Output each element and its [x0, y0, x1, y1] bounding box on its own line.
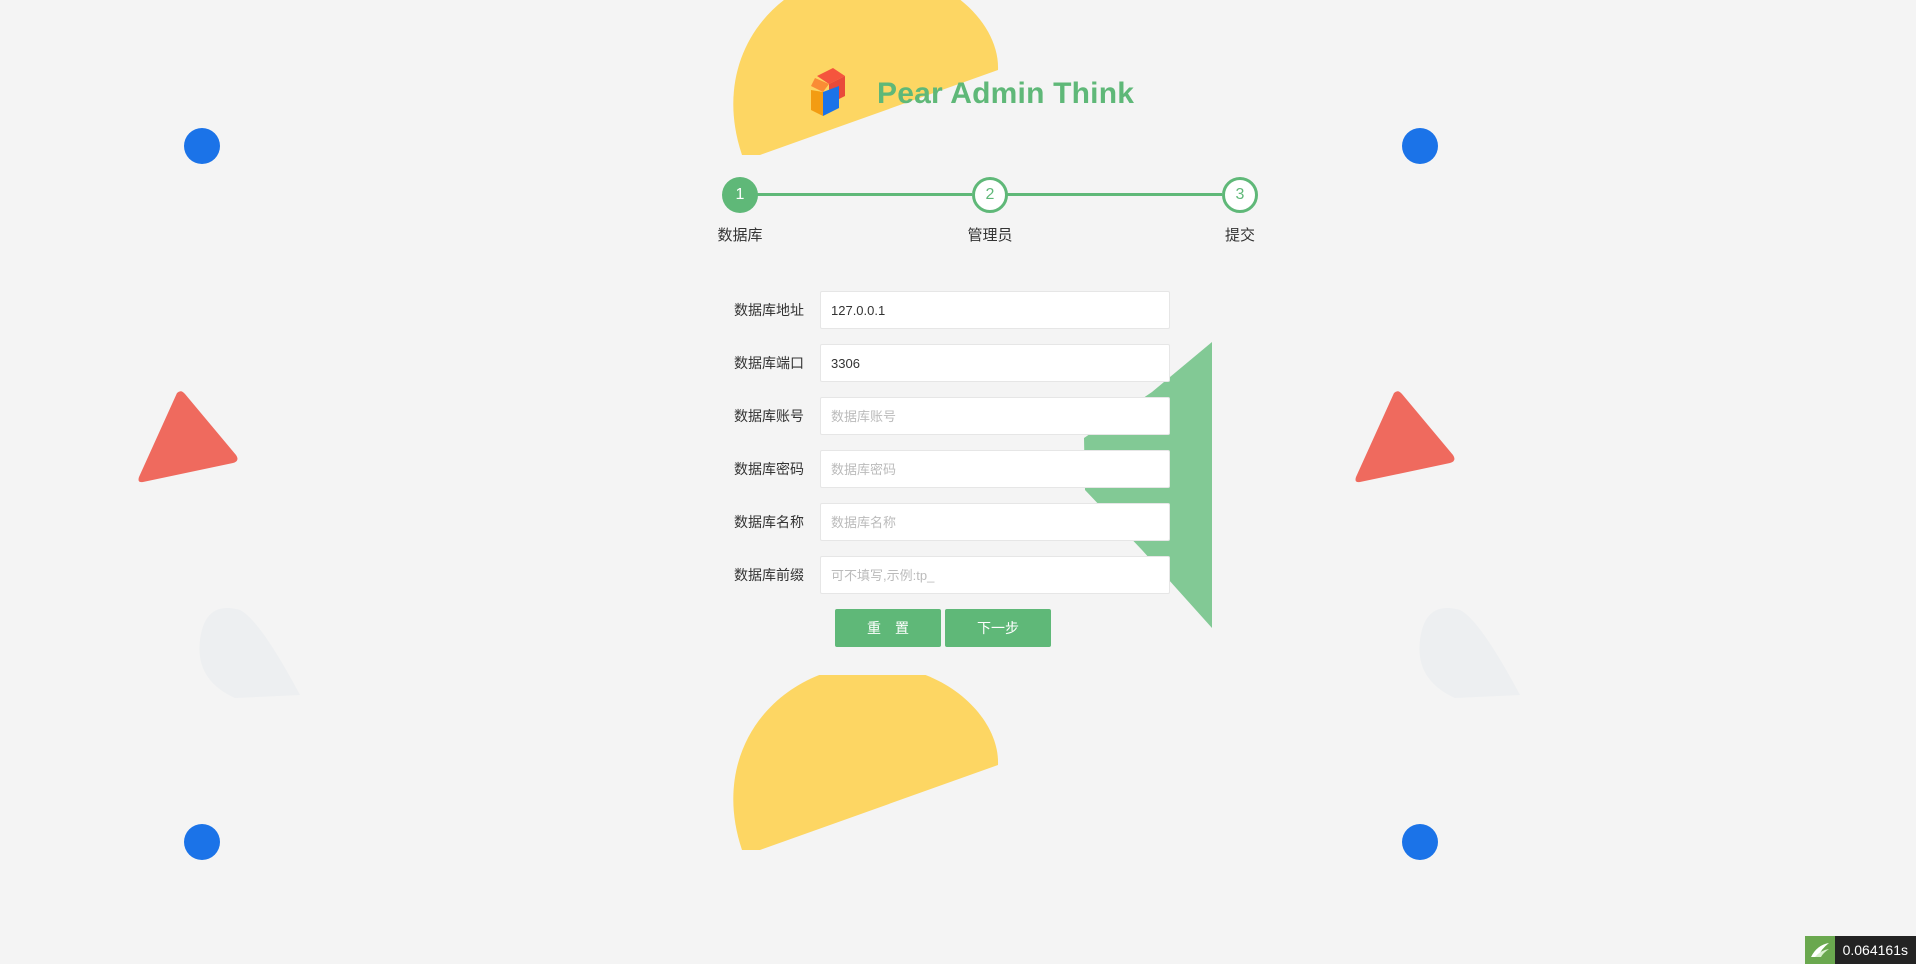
- form-row-db-name: 数据库名称: [720, 503, 1170, 541]
- form-row-db-user: 数据库账号: [720, 397, 1170, 435]
- yellow-half-circle-bottom: [733, 675, 999, 850]
- red-triangle: [138, 391, 238, 483]
- form-row-db-host: 数据库地址: [720, 291, 1170, 329]
- db-port-label: 数据库端口: [734, 355, 804, 371]
- faint-shape: [199, 608, 300, 698]
- step-1-label: 数据库: [717, 227, 763, 244]
- db-host-input[interactable]: [820, 291, 1170, 329]
- db-port-input[interactable]: [820, 344, 1170, 382]
- db-prefix-input[interactable]: [820, 556, 1170, 594]
- db-password-label: 数据库密码: [734, 461, 804, 477]
- form-row-db-prefix: 数据库前缀: [720, 556, 1170, 594]
- step-3-circle: 3: [1222, 177, 1258, 213]
- blue-dot: [184, 824, 220, 860]
- db-name-input[interactable]: [820, 503, 1170, 541]
- red-triangle: [1355, 391, 1455, 483]
- db-prefix-label: 数据库前缀: [734, 567, 804, 583]
- blue-dot: [184, 128, 220, 164]
- step-2-label: 管理员: [967, 227, 1013, 244]
- step-1-circle: 1: [722, 177, 758, 213]
- reset-button[interactable]: 重 置: [835, 609, 941, 647]
- next-step-button[interactable]: 下一步: [945, 609, 1051, 647]
- app-title: Pear Admin Think: [877, 77, 1135, 110]
- debug-trace-badge[interactable]: 0.064161s: [1804, 936, 1916, 964]
- thinkphp-trace-icon: [1804, 936, 1835, 964]
- blue-dot: [1402, 824, 1438, 860]
- db-host-label: 数据库地址: [734, 302, 804, 318]
- db-password-input[interactable]: [820, 450, 1170, 488]
- debug-elapsed-time: 0.064161s: [1834, 936, 1916, 964]
- form-row-db-password: 数据库密码: [720, 450, 1170, 488]
- db-name-label: 数据库名称: [734, 514, 804, 530]
- faint-shape: [1419, 608, 1520, 698]
- app-header: Pear Admin Think: [795, 62, 1134, 126]
- form-row-db-port: 数据库端口: [720, 344, 1170, 382]
- db-user-label: 数据库账号: [734, 408, 804, 424]
- blue-dot: [1402, 128, 1438, 164]
- step-2-circle: 2: [972, 177, 1008, 213]
- step-connector: [756, 193, 972, 196]
- pear-cube-logo-icon: [805, 66, 845, 120]
- step-connector: [1006, 193, 1222, 196]
- db-user-input[interactable]: [820, 397, 1170, 435]
- step-3-label: 提交: [1224, 227, 1255, 244]
